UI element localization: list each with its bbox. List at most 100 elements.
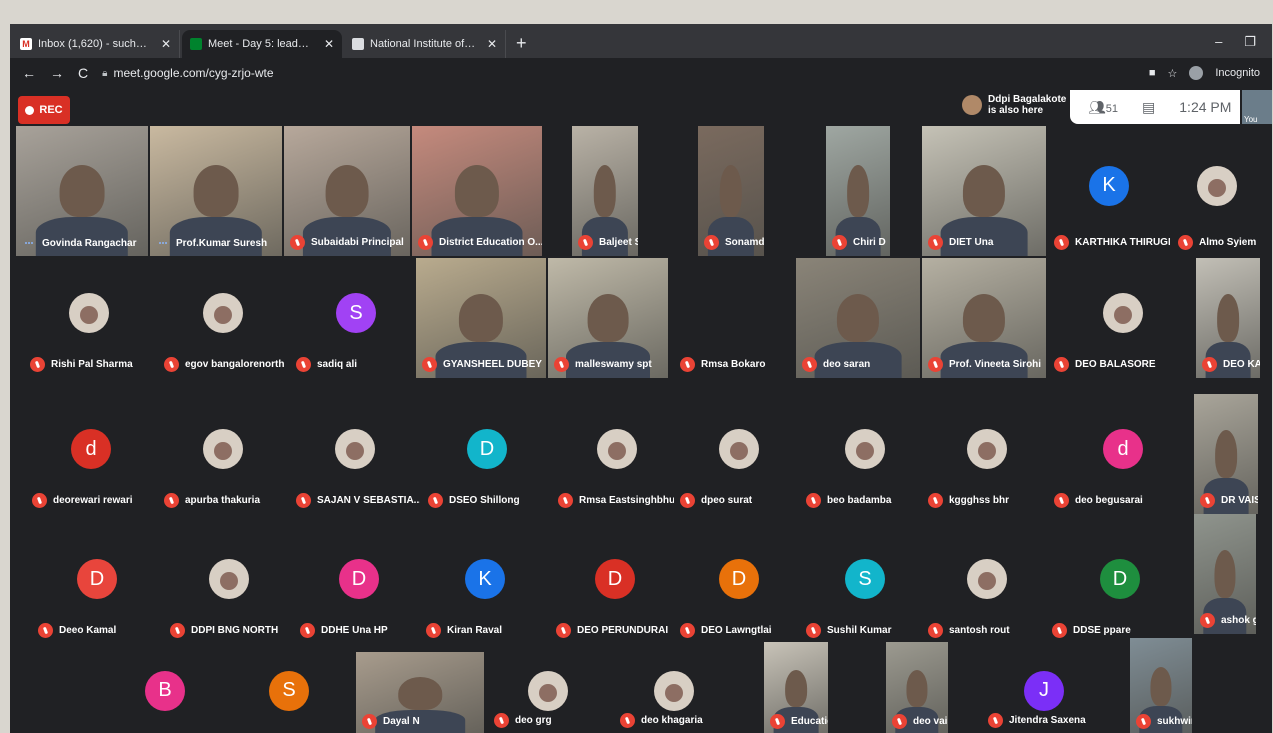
participant-avatar: S xyxy=(269,670,309,711)
participant-tile[interactable]: Subaidabi Principal xyxy=(284,126,410,256)
close-icon[interactable]: ✕ xyxy=(161,37,171,51)
participant-tile[interactable]: B xyxy=(110,654,220,733)
participant-tile[interactable]: D DEO PERUNDURAI xyxy=(550,524,680,644)
participant-profile-photo xyxy=(1197,165,1237,206)
reload-icon[interactable]: C xyxy=(78,65,88,81)
participant-tile[interactable]: S xyxy=(234,654,344,733)
participant-tile[interactable]: deo khagaria xyxy=(614,654,734,733)
participant-tile[interactable]: DR VAISHALI VEER xyxy=(1194,394,1258,514)
participant-tile[interactable]: SAJAN V SEBASTIA... xyxy=(290,394,420,514)
incognito-icon[interactable] xyxy=(1189,66,1204,80)
participant-tile[interactable]: dpeo surat xyxy=(674,394,804,514)
face-icon xyxy=(665,683,683,702)
participant-tile[interactable]: Prof.Kumar Suresh xyxy=(150,126,282,256)
participant-silhouette xyxy=(59,165,105,217)
incognito-label: Incognito xyxy=(1215,67,1260,79)
participant-tile[interactable]: District Education O... xyxy=(412,126,542,256)
participant-tile[interactable]: Prof. Vineeta Sirohi xyxy=(922,258,1046,378)
participant-tile[interactable]: apurba thakuria xyxy=(158,394,288,514)
participant-tile[interactable]: DIET Una xyxy=(922,126,1046,256)
participant-name: apurba thakuria xyxy=(185,495,261,506)
participant-tile[interactable]: Rmsa Eastsinghbhum xyxy=(552,394,682,514)
participant-tile[interactable]: Ssadiq ali xyxy=(290,258,422,378)
participant-name: Deeo Kamal xyxy=(59,625,117,636)
participant-tile[interactable]: K Kiran Raval xyxy=(420,524,550,644)
participant-label: malleswamy spt xyxy=(554,357,652,372)
page-icon xyxy=(352,38,364,50)
mic-muted-icon xyxy=(892,714,907,729)
forward-icon[interactable]: → xyxy=(50,65,64,81)
avatar-letter: S xyxy=(349,301,363,324)
participant-label: Rishi Pal Sharma xyxy=(30,357,133,372)
participant-tile[interactable]: DEO BALASORE xyxy=(1048,258,1198,378)
participant-tile[interactable]: Sonamdorjey Namgial xyxy=(698,126,764,256)
participant-label: Rmsa Bokaro xyxy=(680,357,765,372)
url-text: meet.google.com/cyg-zrjo-wte xyxy=(113,66,274,80)
participant-tile[interactable]: d deorewari rewari xyxy=(26,394,156,514)
new-tab-button[interactable]: + xyxy=(506,33,537,58)
close-icon[interactable]: ✕ xyxy=(487,37,497,51)
participant-profile-photo xyxy=(1103,293,1143,334)
participant-tile[interactable]: Almo Syiem xyxy=(1172,126,1262,256)
participant-tile[interactable]: deo saran xyxy=(796,258,920,378)
restore-button[interactable]: ❐ xyxy=(1244,34,1256,50)
participant-tile[interactable]: egov bangalorenorth xyxy=(158,258,288,378)
tab-title: Inbox (1,620) - sucharita@niepa. xyxy=(38,38,151,50)
participant-tile[interactable]: D Deeo Kamal xyxy=(32,524,162,644)
participant-tile[interactable]: D DDSE ppare xyxy=(1046,524,1194,644)
close-icon[interactable]: ✕ xyxy=(324,37,334,51)
participant-tile[interactable]: S Sushil Kumar xyxy=(800,524,930,644)
participant-tile[interactable]: deo vaishali xyxy=(886,642,948,733)
self-view-tile[interactable]: You xyxy=(1242,90,1272,124)
participant-tile[interactable]: D DSEO Shillong xyxy=(422,394,552,514)
meeting-time: 1:24 PM xyxy=(1179,99,1232,115)
participant-profile-photo xyxy=(528,670,568,711)
mic-muted-icon xyxy=(1202,357,1217,372)
participant-tile[interactable]: d deo begusarai xyxy=(1048,394,1198,514)
participant-name: DEO PERUNDURAI xyxy=(577,625,669,636)
minimize-button[interactable]: – xyxy=(1215,34,1222,50)
tab-inbox[interactable]: M Inbox (1,620) - sucharita@niepa. ✕ xyxy=(12,30,180,58)
participant-tile[interactable]: ashok gusain xyxy=(1194,514,1256,634)
participant-name: DDHE Una HP xyxy=(321,625,388,636)
participant-tile[interactable]: Govinda Rangachar xyxy=(16,126,148,256)
participant-tile[interactable]: D DDHE Una HP xyxy=(294,524,424,644)
participant-tile[interactable]: Rmsa Bokaro xyxy=(674,258,800,378)
participant-tile[interactable]: Dayal N xyxy=(356,652,484,733)
participant-tile[interactable]: Education Office Da... xyxy=(764,642,828,733)
participant-tile[interactable]: deo grg xyxy=(488,654,608,733)
tab-niepa[interactable]: National Institute of Educational ✕ xyxy=(344,30,506,58)
participant-tile[interactable]: DEO KANCHEEPURA xyxy=(1196,258,1260,378)
participant-tile[interactable]: malleswamy spt xyxy=(548,258,668,378)
participant-tile[interactable]: K KARTHIKA THIRUGN... xyxy=(1048,126,1170,256)
people-button[interactable]: 👥︎51 xyxy=(1088,99,1118,116)
camera-icon[interactable]: ■ xyxy=(1149,67,1156,79)
participant-tile[interactable]: Chiri D xyxy=(826,126,890,256)
tab-meet[interactable]: Meet - Day 5: leadership in E ✕ xyxy=(182,30,342,58)
participant-tile[interactable]: santosh rout xyxy=(922,524,1052,644)
participant-tile[interactable]: J Jitendra Saxena xyxy=(982,654,1106,733)
back-icon[interactable]: ← xyxy=(22,65,36,81)
participant-tile[interactable]: beo badamba xyxy=(800,394,930,514)
participant-tile[interactable]: sukhwinder singh xyxy=(1130,638,1192,733)
star-icon[interactable]: ☆ xyxy=(1167,67,1177,80)
participant-tile[interactable]: GYANSHEEL DUBEY xyxy=(416,258,546,378)
participant-silhouette xyxy=(587,294,629,342)
rec-label: REC xyxy=(39,104,63,116)
participant-label: Subaidabi Principal xyxy=(290,235,404,250)
participant-tile[interactable]: DDPI BNG NORTH xyxy=(164,524,294,644)
participant-tile[interactable]: D DEO Lawngtlai xyxy=(674,524,804,644)
participant-name: Subaidabi Principal xyxy=(311,237,404,248)
participant-name: deo begusarai xyxy=(1075,495,1143,506)
face-icon xyxy=(1208,178,1226,197)
participant-profile-photo xyxy=(719,429,759,470)
participant-tile[interactable]: Rishi Pal Sharma xyxy=(24,258,154,378)
address-bar[interactable]: 🔒︎ meet.google.com/cyg-zrjo-wte xyxy=(102,66,273,80)
chat-icon[interactable]: ▤ xyxy=(1142,99,1155,116)
participant-tile[interactable]: kggghss bhr xyxy=(922,394,1052,514)
participant-profile-photo xyxy=(203,293,243,334)
participant-avatar: S xyxy=(845,559,885,600)
mic-muted-icon xyxy=(428,493,443,508)
participant-tile[interactable]: Baljeet Singh xyxy=(572,126,638,256)
avatar-letter: B xyxy=(158,679,172,702)
